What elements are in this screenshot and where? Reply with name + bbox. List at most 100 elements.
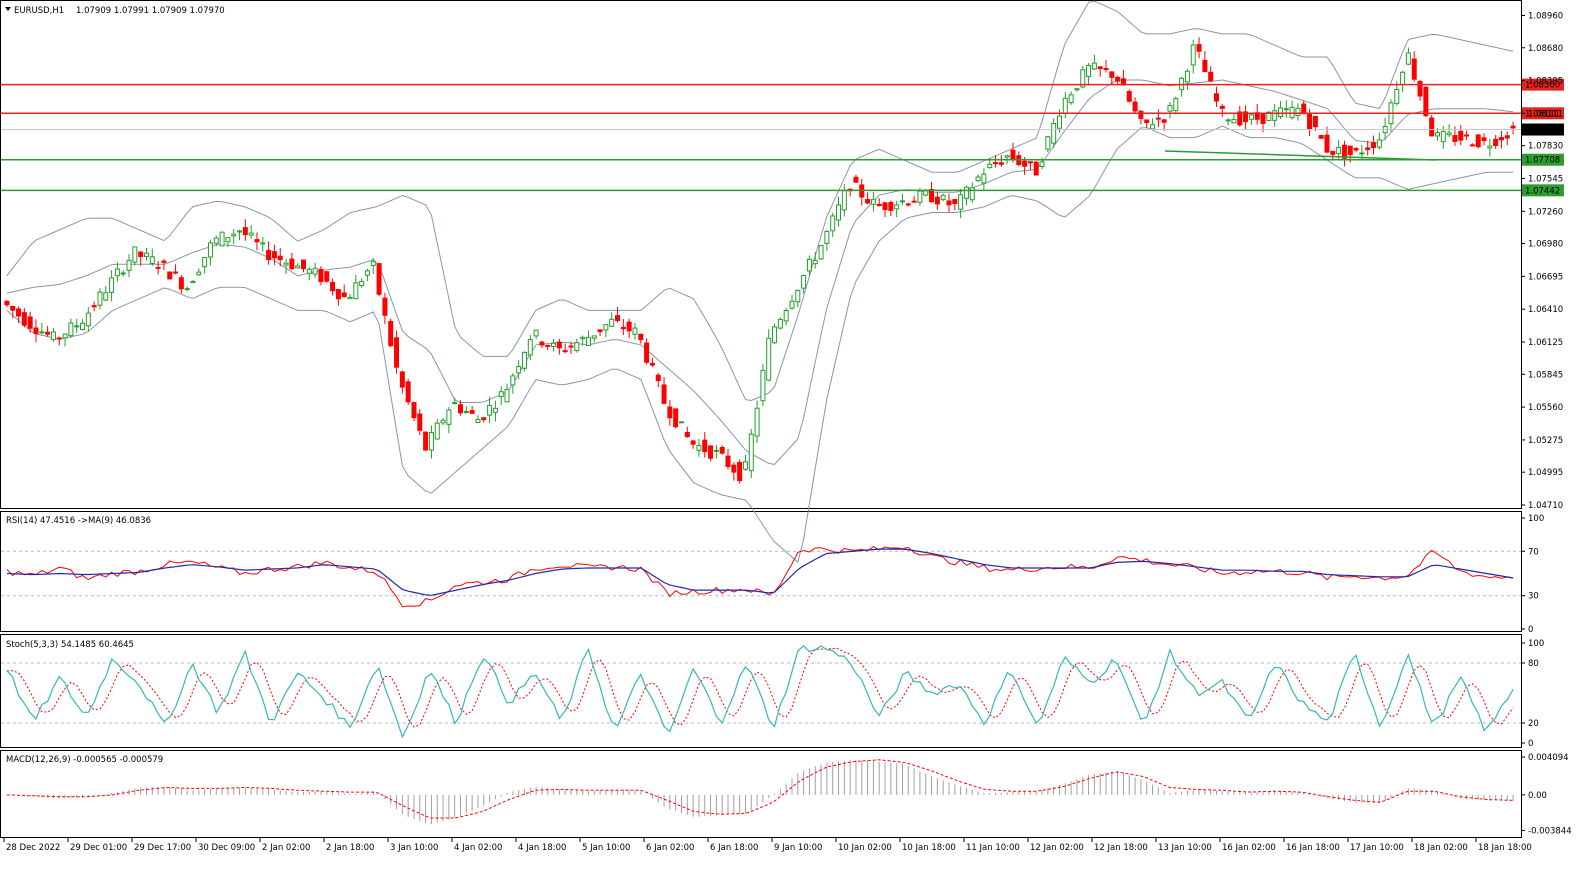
- bull-candle: [870, 198, 876, 205]
- time-tick-label: 29 Dec 17:00: [134, 843, 191, 853]
- bull-candle: [190, 281, 196, 284]
- bear-candle: [1214, 93, 1220, 102]
- time-tick-label: 2 Jan 18:00: [326, 843, 374, 853]
- bear-candle: [998, 162, 1004, 165]
- bull-candle: [1336, 146, 1342, 154]
- bull-candle: [492, 407, 498, 413]
- bull-candle: [1248, 114, 1254, 120]
- stoch-tick-label: 0: [1528, 739, 1533, 749]
- bear-candle: [1161, 119, 1167, 123]
- time-tick-label: 4 Jan 02:00: [454, 843, 502, 853]
- time-tick-label: 9 Jan 10:00: [774, 843, 822, 853]
- bear-candle: [1022, 160, 1028, 167]
- bear-candle: [277, 255, 283, 261]
- bull-candle: [806, 258, 812, 272]
- bull-candle: [678, 421, 684, 424]
- time-tick-label: 28 Dec 2022: [6, 843, 60, 853]
- bear-candle: [993, 162, 999, 165]
- bear-candle: [1475, 134, 1481, 148]
- bull-candle: [1086, 65, 1092, 78]
- time-tick-label: 4 Jan 18:00: [518, 843, 566, 853]
- chart-window[interactable]: 1.083601.081111.079701.077081.07442 1.08…: [0, 0, 1587, 868]
- bull-candle: [126, 259, 132, 271]
- bear-candle: [405, 381, 411, 403]
- bear-candle: [1126, 91, 1132, 102]
- bear-candle: [882, 202, 888, 211]
- bull-candle: [754, 407, 760, 437]
- time-tick-label: 18 Jan 02:00: [1414, 843, 1468, 853]
- bull-candle: [812, 259, 818, 265]
- bull-candle: [1376, 139, 1382, 148]
- bull-candle: [748, 433, 754, 472]
- bear-candle: [946, 200, 952, 206]
- main-panel: [0, 0, 1522, 509]
- bear-candle: [1196, 44, 1202, 52]
- bear-candle: [690, 440, 696, 445]
- time-tick-label: 5 Jan 10:00: [582, 843, 630, 853]
- bull-candle: [516, 365, 522, 374]
- bear-candle: [568, 345, 574, 348]
- bear-candle: [1260, 112, 1266, 125]
- bull-candle: [149, 256, 155, 264]
- bear-candle: [481, 417, 487, 421]
- bull-candle: [899, 200, 905, 203]
- bull-candle: [132, 246, 138, 263]
- bull-candle: [109, 277, 115, 293]
- bull-candle: [283, 262, 289, 266]
- bull-candle: [958, 194, 964, 210]
- macd-tick-label: -0.003844: [1528, 826, 1572, 836]
- bull-candle: [1074, 88, 1080, 91]
- rsi-tick-label: 0: [1528, 625, 1533, 635]
- bull-candle: [818, 245, 824, 260]
- bear-candle: [1307, 113, 1313, 130]
- bull-candle: [1359, 152, 1365, 155]
- support-level-label: 1.07708: [1525, 156, 1560, 166]
- bear-candle: [1033, 161, 1039, 176]
- bear-candle: [1452, 135, 1458, 142]
- bear-candle: [1202, 59, 1208, 73]
- bear-candle: [382, 297, 388, 316]
- bull-candle: [498, 391, 504, 398]
- bear-candle: [1411, 58, 1417, 80]
- bull-candle: [487, 404, 493, 416]
- bear-candle: [1510, 125, 1516, 129]
- time-tick-label: 16 Jan 02:00: [1222, 843, 1276, 853]
- bear-candle: [1208, 71, 1214, 82]
- bear-candle: [394, 337, 400, 368]
- bull-candle: [504, 388, 510, 403]
- bull-candle: [219, 231, 225, 247]
- bull-candle: [213, 237, 219, 244]
- bull-candle: [1277, 107, 1283, 118]
- bear-candle: [673, 408, 679, 428]
- bear-candle: [1423, 86, 1429, 117]
- bull-candle: [62, 333, 68, 339]
- bear-candle: [1330, 150, 1336, 155]
- time-tick-label: 12 Jan 02:00: [1030, 843, 1084, 853]
- bull-candle: [440, 419, 446, 424]
- bull-candle: [894, 204, 900, 210]
- bull-candle: [370, 261, 376, 266]
- bull-candle: [632, 327, 638, 335]
- bull-candle: [1400, 71, 1406, 86]
- bull-candle: [434, 422, 440, 440]
- bear-candle: [1010, 149, 1016, 160]
- bull-candle: [1231, 119, 1237, 124]
- bear-candle: [853, 176, 859, 183]
- bull-candle: [312, 267, 318, 275]
- bear-candle: [649, 362, 655, 366]
- bear-candle: [300, 259, 306, 270]
- symbol-label: EURUSD,H1: [14, 6, 64, 16]
- bull-candle: [306, 268, 312, 274]
- bull-candle: [143, 252, 149, 257]
- bull-candle: [836, 204, 842, 221]
- bull-candle: [475, 419, 481, 423]
- bear-candle: [597, 329, 603, 333]
- bear-candle: [684, 431, 690, 438]
- bull-candle: [521, 351, 527, 369]
- bear-candle: [1109, 71, 1115, 78]
- bull-candle: [225, 237, 231, 243]
- bear-candle: [1347, 145, 1353, 156]
- price-tick-label: 1.05560: [1528, 403, 1563, 413]
- bear-candle: [10, 305, 16, 311]
- bear-candle: [173, 271, 179, 274]
